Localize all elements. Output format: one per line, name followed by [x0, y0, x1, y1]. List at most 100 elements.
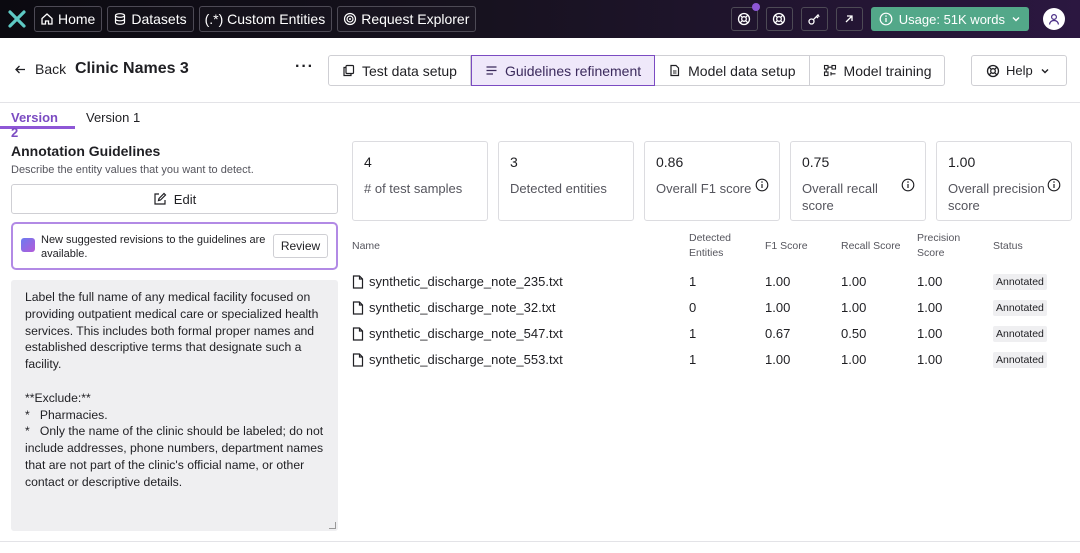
table-row[interactable]: synthetic_discharge_note_235.txt 1 1.00 … [352, 270, 1062, 292]
info-icon[interactable] [1047, 178, 1061, 192]
file-icon [352, 300, 364, 315]
review-button[interactable]: Review [273, 234, 328, 258]
table-row[interactable]: synthetic_discharge_note_32.txt 0 1.00 1… [352, 296, 1062, 318]
tab-test-data-setup[interactable]: Test data setup [329, 56, 471, 85]
metric-card-precision: 1.00 Overall precision score [936, 141, 1072, 221]
table-row[interactable]: synthetic_discharge_note_547.txt 1 0.67 … [352, 322, 1062, 344]
help-label: Help [1006, 63, 1033, 78]
info-icon[interactable] [901, 178, 915, 192]
tab-test-data-setup-label: Test data setup [362, 62, 457, 79]
top-nav-bar: Home Datasets (.*) Custom Entities Reque… [0, 0, 1080, 38]
file-name-cell[interactable]: synthetic_discharge_note_235.txt [352, 274, 563, 289]
key-icon [808, 14, 821, 25]
notification-dot [751, 3, 760, 11]
app-logo-icon[interactable] [0, 0, 34, 38]
tab-model-training[interactable]: Model training [810, 56, 945, 85]
file-icon [352, 326, 364, 341]
metric-label: Overall precision score [948, 181, 1045, 213]
lifebuoy-icon [738, 12, 751, 26]
page-title: Clinic Names 3 [75, 60, 189, 77]
column-header-status[interactable]: Status [993, 239, 1023, 254]
usage-label: Usage: 51K words [898, 11, 1005, 27]
tab-model-data-setup[interactable]: Model data setup [655, 56, 810, 85]
edit-icon [154, 192, 167, 205]
recall-cell: 0.50 [841, 326, 867, 341]
tab-guidelines-refinement[interactable]: Guidelines refinement [470, 55, 656, 86]
page-header: Back Clinic Names 3 ··· Test data setup … [0, 38, 1080, 102]
file-name-cell[interactable]: synthetic_discharge_note_32.txt [352, 300, 555, 315]
arrow-up-right-icon [845, 15, 853, 23]
guidelines-textarea[interactable]: Label the full name of any medical facil… [11, 280, 338, 531]
tab-version-1[interactable]: Version 1 [75, 103, 150, 129]
precision-cell: 1.00 [917, 326, 943, 341]
chevron-down-icon [1012, 17, 1020, 22]
arrow-left-icon [15, 65, 25, 73]
external-link-button[interactable] [835, 7, 863, 31]
metric-value: 4 [364, 154, 372, 170]
resize-handle[interactable] [329, 522, 336, 529]
column-header-detected[interactable]: Detected Entities [689, 231, 744, 261]
target-icon [344, 12, 357, 26]
file-icon [352, 274, 364, 289]
metric-value: 0.86 [656, 154, 684, 170]
main-panel: Version 2 Version 1 Annotation Guideline… [0, 102, 1080, 542]
lifebuoy-icon [986, 64, 1000, 77]
suggestion-text: New suggested revisions to the guideline… [41, 234, 266, 260]
guidelines-subtitle: Describe the entity values that you want… [11, 164, 254, 176]
nav-datasets[interactable]: Datasets [107, 6, 194, 32]
usage-button[interactable]: Usage: 51K words [870, 7, 1029, 31]
metric-value: 0.75 [802, 154, 830, 170]
tab-version-2[interactable]: Version 2 [0, 103, 75, 140]
file-name: synthetic_discharge_note_32.txt [369, 300, 556, 315]
guidelines-title: Annotation Guidelines [11, 143, 161, 159]
metric-label: Overall recall score [802, 181, 878, 213]
edit-button[interactable]: Edit [11, 184, 338, 214]
table-row[interactable]: synthetic_discharge_note_553.txt 1 1.00 … [352, 348, 1062, 370]
help-center-button[interactable] [765, 7, 793, 31]
database-icon [115, 13, 126, 25]
guidelines-body: Label the full name of any medical facil… [25, 290, 324, 489]
tab-model-data-setup-label: Model data setup [688, 62, 796, 79]
column-header-f1[interactable]: F1 Score [765, 239, 808, 254]
avatar[interactable] [1043, 8, 1065, 30]
recall-cell: 1.00 [841, 274, 867, 289]
nav-request-explorer[interactable]: Request Explorer [337, 6, 477, 32]
precision-cell: 1.00 [917, 274, 943, 289]
file-name-cell[interactable]: synthetic_discharge_note_553.txt [352, 352, 563, 367]
metric-value: 3 [510, 154, 518, 170]
lifebuoy-icon [773, 12, 786, 26]
info-icon [879, 12, 893, 26]
back-label: Back [35, 61, 67, 77]
metric-card-detected-entities: 3 Detected entities [498, 141, 634, 221]
nav-home[interactable]: Home [34, 6, 103, 32]
f1-cell: 1.00 [765, 300, 791, 315]
metric-cards: 4 # of test samples 3 Detected entities … [352, 141, 1072, 221]
nav-custom-entities[interactable]: (.*) Custom Entities [198, 6, 333, 32]
help-dropdown[interactable]: Help [971, 55, 1067, 86]
recall-cell: 1.00 [841, 300, 867, 315]
detected-cell: 1 [689, 352, 697, 367]
info-icon[interactable] [755, 178, 769, 192]
column-header-recall[interactable]: Recall Score [841, 239, 901, 254]
home-icon [41, 13, 53, 25]
tab-guidelines-refinement-label: Guidelines refinement [504, 62, 642, 79]
user-icon [1048, 13, 1060, 25]
copy-icon [343, 64, 355, 77]
file-name-cell[interactable]: synthetic_discharge_note_547.txt [352, 326, 563, 341]
nav-request-explorer-label: Request Explorer [361, 11, 470, 27]
back-button[interactable]: Back [14, 61, 66, 77]
detected-cell: 1 [689, 326, 697, 341]
nav-datasets-label: Datasets [131, 11, 187, 27]
more-options-button[interactable]: ··· [295, 58, 314, 76]
workflow-steps: Test data setup Guidelines refinement Mo… [328, 55, 946, 86]
column-header-precision[interactable]: Precision Score [917, 231, 972, 261]
sparkle-icon [21, 238, 35, 252]
tab-model-training-label: Model training [843, 62, 932, 79]
api-key-button[interactable] [800, 7, 828, 31]
column-header-name[interactable]: Name [352, 239, 380, 254]
status-badge: Annotated [993, 326, 1047, 342]
nav-home-label: Home [58, 11, 96, 27]
precision-cell: 1.00 [917, 300, 943, 315]
detected-cell: 1 [689, 274, 697, 289]
support-button[interactable] [730, 3, 760, 31]
